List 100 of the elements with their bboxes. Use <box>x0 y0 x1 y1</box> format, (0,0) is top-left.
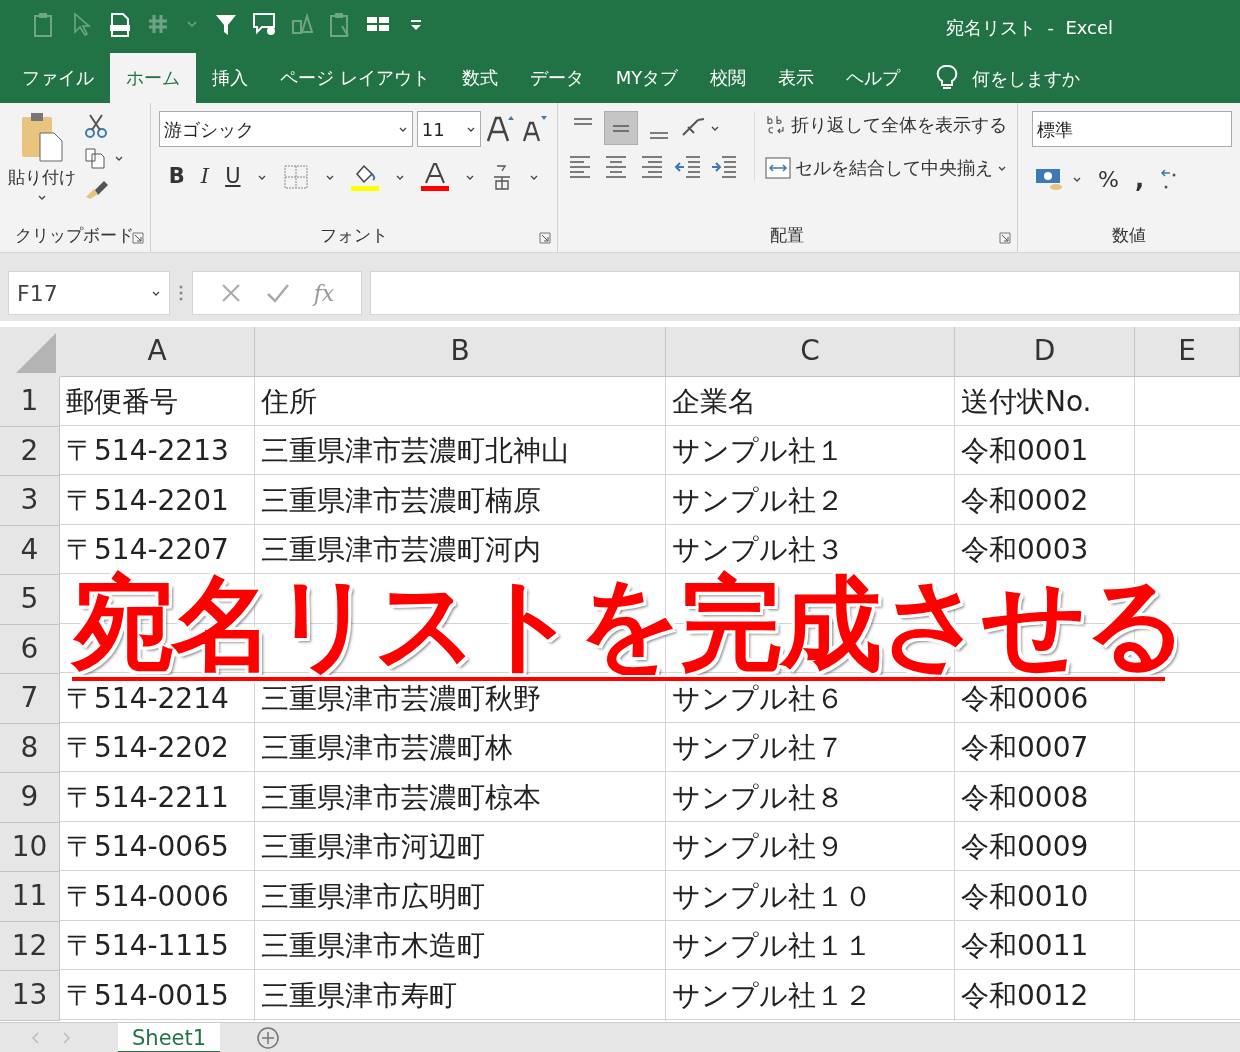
ribbon-tab[interactable]: ファイル <box>6 53 110 103</box>
comma-style-button[interactable]: , <box>1134 161 1145 197</box>
font-size-field[interactable]: 11 <box>416 111 481 147</box>
row-header[interactable]: 8 <box>0 723 60 773</box>
row-header[interactable]: 3 <box>0 476 60 526</box>
sheet-tab[interactable]: Sheet1 <box>118 1022 221 1052</box>
table-cell-text: 三重県津市広明町 <box>260 878 486 915</box>
table-cell-text: サンプル社９ <box>671 829 845 866</box>
wrap-text-button[interactable]: 折り返して全体を表示する <box>764 111 1007 138</box>
table-cell-text: 令和0010 <box>960 878 1090 915</box>
grow-font-icon[interactable] <box>484 114 515 144</box>
table-cell-text: 三重県津市芸濃町椋本 <box>260 779 542 816</box>
ribbon-tab[interactable]: 校閲 <box>694 53 763 103</box>
row-header[interactable]: 6 <box>0 624 60 674</box>
name-box[interactable]: F17 <box>8 271 170 315</box>
add-sheet-icon[interactable] <box>256 1025 281 1050</box>
column-header[interactable]: A <box>60 327 255 377</box>
group-label: 数値 <box>1112 223 1146 247</box>
table-cell-text: 令和0007 <box>960 730 1090 767</box>
decrease-indent-icon[interactable] <box>673 153 702 181</box>
increase-indent-icon[interactable] <box>709 153 738 181</box>
page-icon[interactable] <box>108 12 132 38</box>
table-cell-text: サンプル社１０ <box>671 878 873 915</box>
row-header[interactable]: 10 <box>0 822 60 872</box>
overlay-caption: 宛名リストを完成させる <box>69 571 1187 678</box>
dialog-launcher-icon[interactable] <box>538 232 551 244</box>
table-cell-text: 送付状No. <box>960 383 1093 420</box>
scissors-icon[interactable] <box>84 113 108 139</box>
row-header[interactable]: 7 <box>0 674 60 724</box>
table-cell-text: 令和0012 <box>960 977 1090 1014</box>
table-cell-text: 三重県津市芸濃町北神山 <box>260 433 570 470</box>
ribbon-tab[interactable]: ページ レイアウト <box>264 53 446 103</box>
table-cell-text: 令和0002 <box>960 482 1090 519</box>
window-title: 宛名リスト - Excel <box>946 16 1114 40</box>
table-cell-text: 三重県津市木造町 <box>260 928 486 965</box>
dialog-launcher-icon[interactable] <box>131 232 144 244</box>
group-label: フォント <box>319 223 388 247</box>
table-cell-text: 〒514-2202 <box>65 730 230 767</box>
column-header[interactable]: B <box>255 327 666 377</box>
dialog-launcher-icon[interactable] <box>999 232 1011 244</box>
table-cell-text: 三重県津市芸濃町河内 <box>260 532 542 569</box>
table-cell-text: サンプル社６ <box>671 680 845 717</box>
row-header[interactable]: 5 <box>0 575 60 625</box>
formula-field[interactable] <box>370 271 1240 315</box>
table-cell-text: 〒514-2207 <box>65 532 230 569</box>
table-cell-text: 郵便番号 <box>65 383 179 420</box>
ribbon-tab[interactable]: ヘルプ <box>830 53 917 103</box>
group-label: 配置 <box>770 223 805 247</box>
table-cell-text: 令和0008 <box>960 779 1090 816</box>
copy-icon[interactable] <box>84 147 106 169</box>
table-cell-text: 〒514-0006 <box>65 878 230 915</box>
table-cell-text: サンプル社７ <box>671 730 845 767</box>
table-cell-text: 〒514-2213 <box>65 433 230 470</box>
italic-button[interactable]: I <box>200 161 210 193</box>
table-cell-text: 〒514-2201 <box>65 482 230 519</box>
table-cell-text: 三重県津市芸濃町楠原 <box>260 482 542 519</box>
table-cell-text: 三重県津市芸濃町秋野 <box>260 680 542 717</box>
number-format-field[interactable]: 標準 <box>1032 111 1232 147</box>
table-cell-text: サンプル社１ <box>671 433 845 470</box>
table-cell-text: 三重県津市芸濃町林 <box>260 730 514 767</box>
merge-center-button[interactable]: セルを結合して中央揃え <box>764 154 1007 181</box>
table-cell-text: 令和0001 <box>960 433 1090 470</box>
row-header[interactable]: 13 <box>0 971 60 1021</box>
percent-button[interactable]: % <box>1098 162 1119 196</box>
row-header[interactable]: 12 <box>0 921 60 971</box>
comment-icon[interactable] <box>252 12 276 38</box>
vertical-align-icon[interactable] <box>603 111 638 145</box>
font-name-field[interactable]: 游ゴシック <box>158 111 413 147</box>
column-header[interactable]: E <box>1135 327 1240 377</box>
group-label: クリップボード <box>15 223 135 247</box>
ribbon-tab[interactable]: 数式 <box>445 53 514 103</box>
row-header[interactable]: 1 <box>0 377 60 427</box>
row-header[interactable]: 9 <box>0 773 60 823</box>
ribbon-tab[interactable]: ホーム <box>110 53 196 103</box>
table-cell-text: 〒514-0015 <box>65 977 230 1014</box>
table-cell-text: 令和0006 <box>960 680 1090 717</box>
table-cell-text: サンプル社１１ <box>671 928 873 965</box>
tell-me-field[interactable]: 何をしますか <box>970 63 1101 93</box>
font-color-icon[interactable] <box>420 161 449 192</box>
paste-button[interactable]: 貼り付け <box>8 111 76 201</box>
ribbon-tab[interactable]: MYタブ <box>599 53 695 103</box>
table-cell-text: 〒514-0065 <box>65 829 230 866</box>
row-header[interactable]: 11 <box>0 872 60 922</box>
table-cell-text: 〒514-2211 <box>65 779 230 816</box>
table-cell-text: 〒514-1115 <box>65 928 230 965</box>
table-cell-text: サンプル社２ <box>671 482 845 519</box>
ribbon-tab[interactable]: 挿入 <box>196 53 264 103</box>
lightbulb-icon <box>936 64 959 92</box>
underline-button[interactable]: U <box>225 161 241 193</box>
bold-button[interactable]: B <box>168 161 185 193</box>
merge-cells-icon <box>764 155 791 180</box>
ribbon-tab[interactable]: 表示 <box>762 53 831 103</box>
row-header[interactable]: 4 <box>0 525 60 575</box>
filter-icon[interactable] <box>214 12 238 38</box>
column-header[interactable]: C <box>666 327 955 377</box>
clipboard-icon <box>20 111 64 163</box>
column-header[interactable]: D <box>955 327 1135 377</box>
table-cell-text: 企業名 <box>671 383 757 420</box>
row-header[interactable]: 2 <box>0 426 60 476</box>
ribbon-tab[interactable]: データ <box>513 53 600 103</box>
